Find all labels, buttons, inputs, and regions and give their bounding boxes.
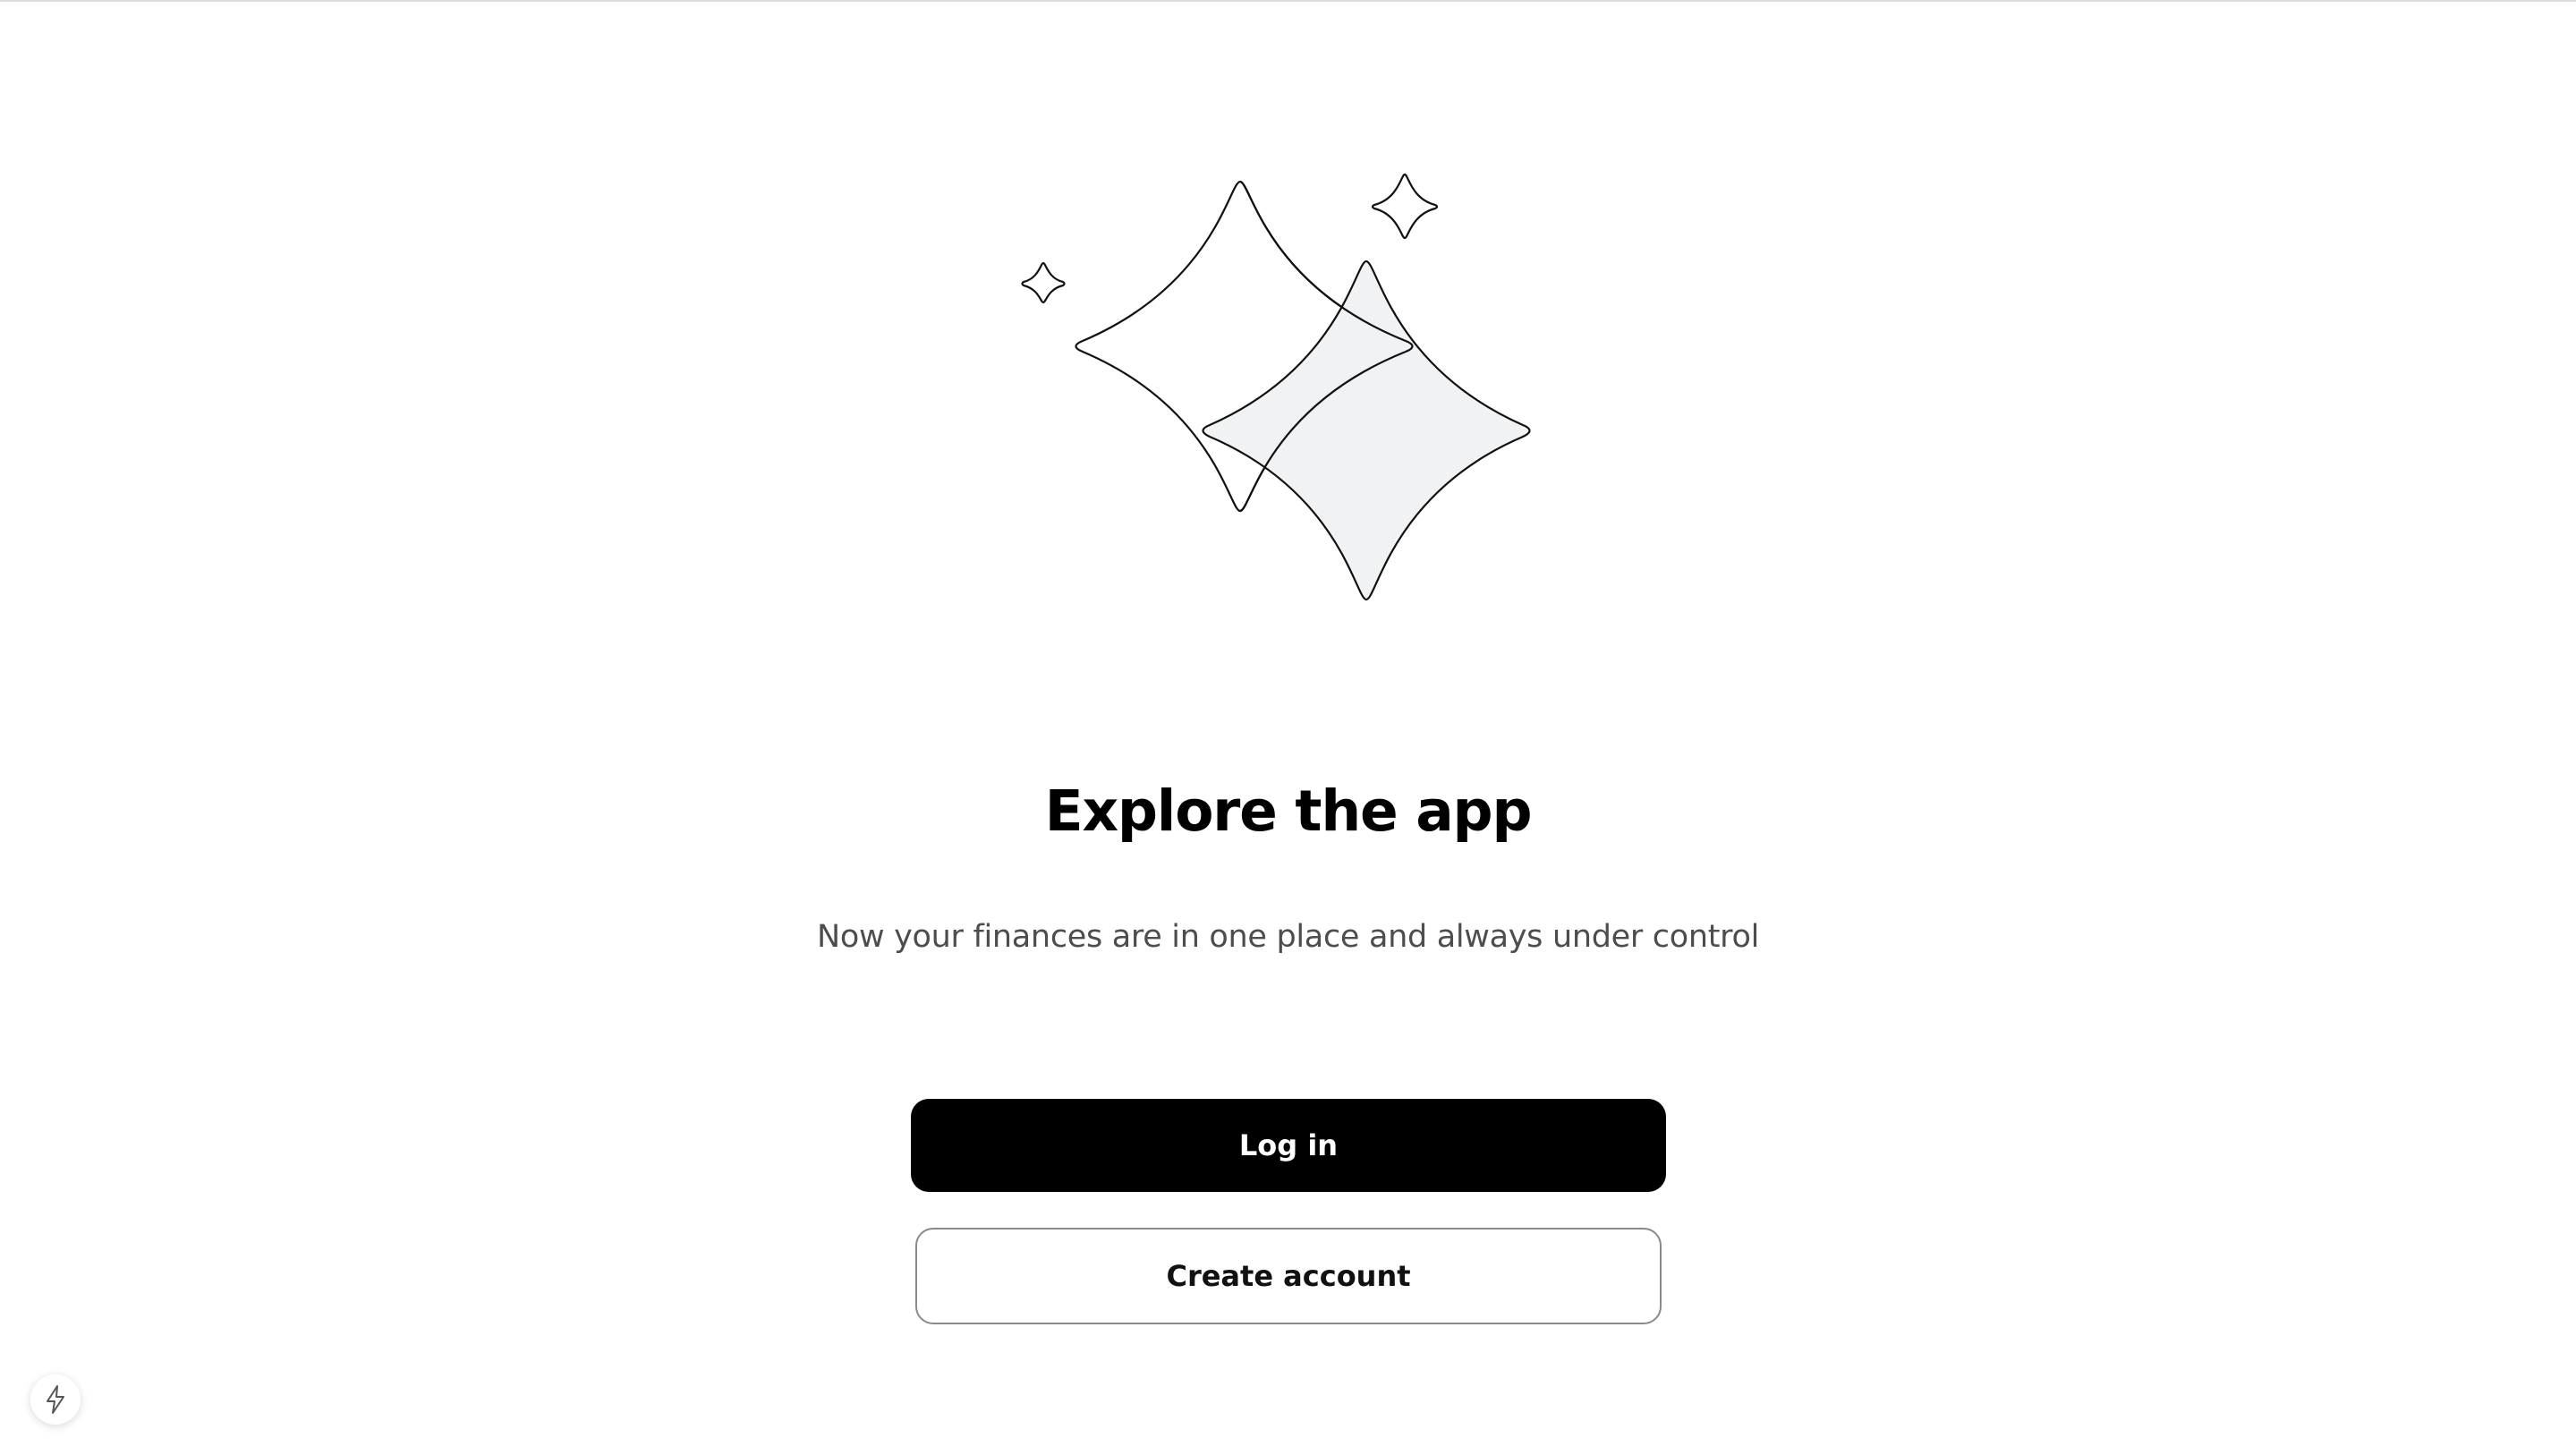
page-subtitle: Now your finances are in one place and a… <box>816 919 1759 955</box>
large-sparkle-front <box>1202 260 1531 601</box>
login-button[interactable]: Log in <box>911 1099 1666 1192</box>
small-sparkle-left <box>1021 261 1066 304</box>
page-title: Explore the app <box>1044 779 1533 844</box>
small-sparkle-top-right <box>1371 173 1439 240</box>
top-divider <box>0 0 2576 2</box>
dev-tools-button[interactable] <box>30 1374 81 1425</box>
onboarding-screen: Explore the app Now your finances are in… <box>0 0 2576 1455</box>
lightning-bolt-icon <box>47 1385 64 1414</box>
sparkles-icon <box>1021 173 1531 601</box>
create-account-button[interactable]: Create account <box>915 1228 1662 1324</box>
